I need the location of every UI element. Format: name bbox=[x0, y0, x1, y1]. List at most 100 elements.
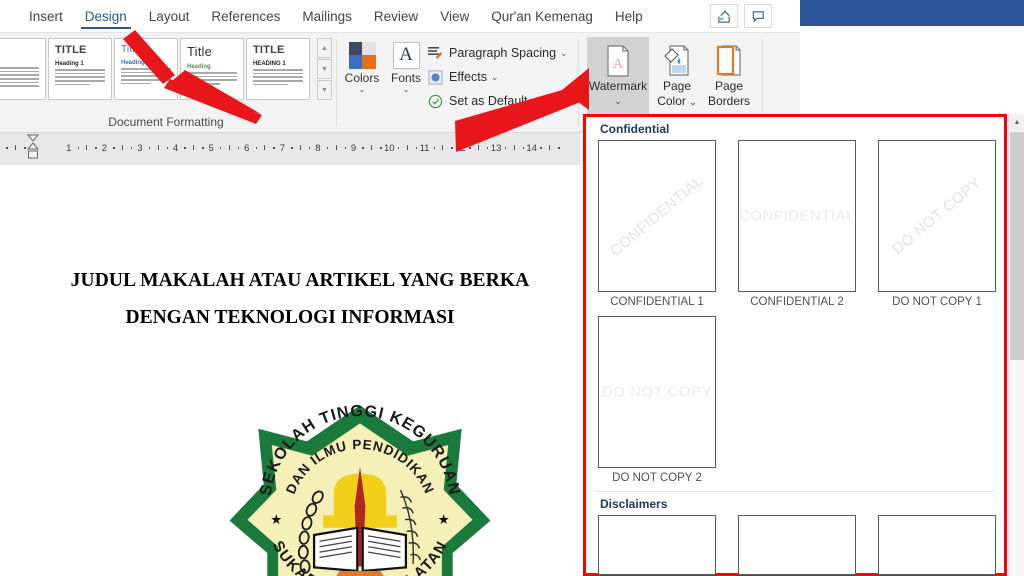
comments-button[interactable] bbox=[744, 4, 772, 28]
ruler-minor-tick bbox=[122, 145, 123, 150]
ruler-minor-tick bbox=[335, 145, 337, 150]
document-formatting-group-label: Document Formatting bbox=[108, 115, 224, 129]
page-borders-icon bbox=[703, 43, 755, 79]
ruler-minor-tick bbox=[15, 145, 17, 150]
tab-active-underline bbox=[80, 26, 131, 29]
watermark-thumbnail[interactable]: DO NOT COPY bbox=[598, 316, 716, 468]
watermark-item-do-not-copy-1[interactable]: DO NOT COPY DO NOT COPY 1 bbox=[878, 140, 996, 308]
watermark-thumbnail[interactable]: CONFIDENTIAL bbox=[598, 140, 716, 292]
scrollbar-thumb[interactable] bbox=[1010, 132, 1024, 360]
tab-label: Mailings bbox=[302, 8, 352, 24]
ruler-minor-tick bbox=[130, 147, 133, 149]
style-thumb-heading: Heading bbox=[187, 64, 211, 70]
ruler-minor-tick bbox=[504, 147, 507, 149]
ruler-tick-label: 6 bbox=[244, 143, 250, 154]
tab-layout[interactable]: Layout bbox=[138, 0, 201, 32]
style-thumb[interactable]: Title Heading bbox=[180, 38, 244, 100]
ruler-tick-label: 11 bbox=[419, 143, 430, 154]
watermark-thumbnail[interactable] bbox=[878, 515, 996, 575]
scroll-up-icon[interactable]: ▲ bbox=[1009, 114, 1024, 131]
style-thumb[interactable] bbox=[0, 38, 46, 100]
gallery-vertical-scrollbar[interactable]: ▲ bbox=[1008, 114, 1024, 576]
share-button[interactable] bbox=[710, 4, 738, 28]
ruler-minor-tick bbox=[326, 147, 329, 149]
colors-button[interactable]: Colors ⌄ bbox=[340, 39, 384, 94]
watermark-item-confidential-1[interactable]: CONFIDENTIAL CONFIDENTIAL 1 bbox=[598, 140, 716, 308]
watermark-thumbnail[interactable]: DO NOT COPY bbox=[878, 140, 996, 292]
page-color-label-2: Color bbox=[657, 93, 686, 108]
style-thumb-title: TITLE bbox=[55, 44, 87, 56]
more-styles-icon[interactable]: ▼ bbox=[317, 80, 332, 100]
ruler-minor-tick bbox=[415, 147, 418, 149]
document-canvas[interactable]: JUDUL MAKALAH ATAU ARTIKEL YANG BERKA DE… bbox=[0, 165, 580, 576]
ruler-minor-tick bbox=[478, 145, 479, 150]
page-borders-label-1: Page bbox=[714, 79, 744, 93]
ruler-minor-tick bbox=[362, 147, 364, 149]
style-thumb[interactable]: TITLE Heading 1 bbox=[48, 38, 112, 100]
watermark-gallery-flyout[interactable]: Confidential CONFIDENTIAL CONFIDENTIAL 1… bbox=[583, 114, 1007, 576]
ruler-minor-tick bbox=[513, 145, 515, 150]
chevron-down-icon[interactable]: ⌄ bbox=[689, 97, 697, 107]
indent-marker[interactable] bbox=[26, 134, 40, 160]
style-thumb-heading bbox=[0, 59, 39, 65]
chevron-down-icon[interactable]: ⌄ bbox=[560, 48, 568, 59]
style-thumb[interactable]: Title Heading 1 bbox=[114, 38, 178, 100]
set-as-default-button[interactable]: Set as Default bbox=[425, 89, 575, 113]
ruler-minor-tick bbox=[24, 147, 26, 149]
ruler-minor-tick bbox=[308, 147, 311, 149]
watermark-item-do-not-copy-2[interactable]: DO NOT COPY DO NOT COPY 2 bbox=[598, 316, 716, 484]
watermark-item-disclaimer-2[interactable] bbox=[738, 515, 856, 575]
effects-button[interactable]: Effects ⌄ bbox=[425, 65, 575, 89]
tab-references[interactable]: References bbox=[200, 0, 291, 32]
fonts-button[interactable]: A Fonts ⌄ bbox=[384, 39, 428, 94]
ruler-tick-label: 5 bbox=[208, 143, 214, 154]
tab-help[interactable]: Help bbox=[604, 0, 654, 32]
paragraph-spacing-label: Paragraph Spacing bbox=[449, 46, 557, 60]
tab-insert[interactable]: Insert bbox=[18, 0, 74, 32]
ruler-track: 1 2 3 4 5 6 7 8 9 10 11 12 13 14 bbox=[0, 140, 580, 154]
tab-mailings[interactable]: Mailings bbox=[291, 0, 363, 32]
page-borders-button[interactable]: Page Borders bbox=[703, 37, 755, 108]
watermark-caption: DO NOT COPY 1 bbox=[892, 296, 982, 308]
ruler-minor-tick bbox=[157, 145, 159, 150]
watermark-caption: CONFIDENTIAL 1 bbox=[610, 296, 704, 308]
page-color-button[interactable]: Page Color ⌄ bbox=[653, 37, 701, 109]
tab-review[interactable]: Review bbox=[363, 0, 429, 32]
ruler-tick-label: 12 bbox=[455, 143, 466, 154]
watermark-label: Watermark bbox=[588, 79, 648, 93]
watermark-item-disclaimer-3[interactable] bbox=[878, 515, 996, 575]
watermark-item-confidential-2[interactable]: CONFIDENTIAL CONFIDENTIAL 2 bbox=[738, 140, 856, 308]
scroll-down-icon[interactable]: ▼ bbox=[317, 59, 332, 79]
watermark-thumbnail[interactable]: CONFIDENTIAL bbox=[738, 140, 856, 292]
chevron-down-icon[interactable]: ⌄ bbox=[384, 85, 428, 94]
scroll-up-icon[interactable]: ▲ bbox=[317, 38, 332, 58]
ruler-minor-tick bbox=[397, 147, 400, 149]
watermark-thumbnail[interactable] bbox=[738, 515, 856, 575]
share-icon bbox=[717, 10, 730, 23]
style-thumb-lines bbox=[0, 67, 39, 88]
style-thumb-lines bbox=[55, 69, 105, 86]
ruler-minor-tick bbox=[184, 147, 186, 149]
effects-label: Effects bbox=[449, 70, 487, 84]
chevron-down-icon[interactable]: ⌄ bbox=[491, 72, 499, 83]
tab-view[interactable]: View bbox=[429, 0, 480, 32]
ruler-minor-tick bbox=[219, 147, 222, 149]
chevron-down-icon[interactable]: ⌄ bbox=[587, 94, 649, 109]
svg-text:★: ★ bbox=[438, 512, 450, 527]
chevron-down-icon[interactable]: ⌄ bbox=[340, 85, 384, 94]
style-gallery[interactable]: TITLE Heading 1 Title Heading 1 Title He… bbox=[0, 38, 312, 100]
ruler-minor-tick bbox=[433, 147, 435, 149]
ruler-tick-label: 3 bbox=[137, 143, 143, 154]
paragraph-spacing-button[interactable]: Paragraph Spacing ⌄ bbox=[425, 41, 575, 65]
watermark-thumbnail[interactable] bbox=[598, 515, 716, 575]
tab-label: Review bbox=[373, 8, 419, 24]
ruler-tick-label: 14 bbox=[526, 143, 537, 154]
ruler-minor-tick bbox=[237, 147, 240, 149]
watermark-item-disclaimer-1[interactable] bbox=[598, 515, 716, 575]
tab-quran-kemenag[interactable]: Qur'an Kemenag bbox=[480, 0, 604, 32]
watermark-preview-text: CONFIDENTIAL bbox=[607, 172, 707, 260]
ruler-minor-tick bbox=[469, 147, 471, 149]
style-thumb[interactable]: TITLE HEADING 1 bbox=[246, 38, 310, 100]
ruler-minor-tick bbox=[77, 147, 79, 149]
tab-design[interactable]: Design bbox=[74, 0, 138, 32]
